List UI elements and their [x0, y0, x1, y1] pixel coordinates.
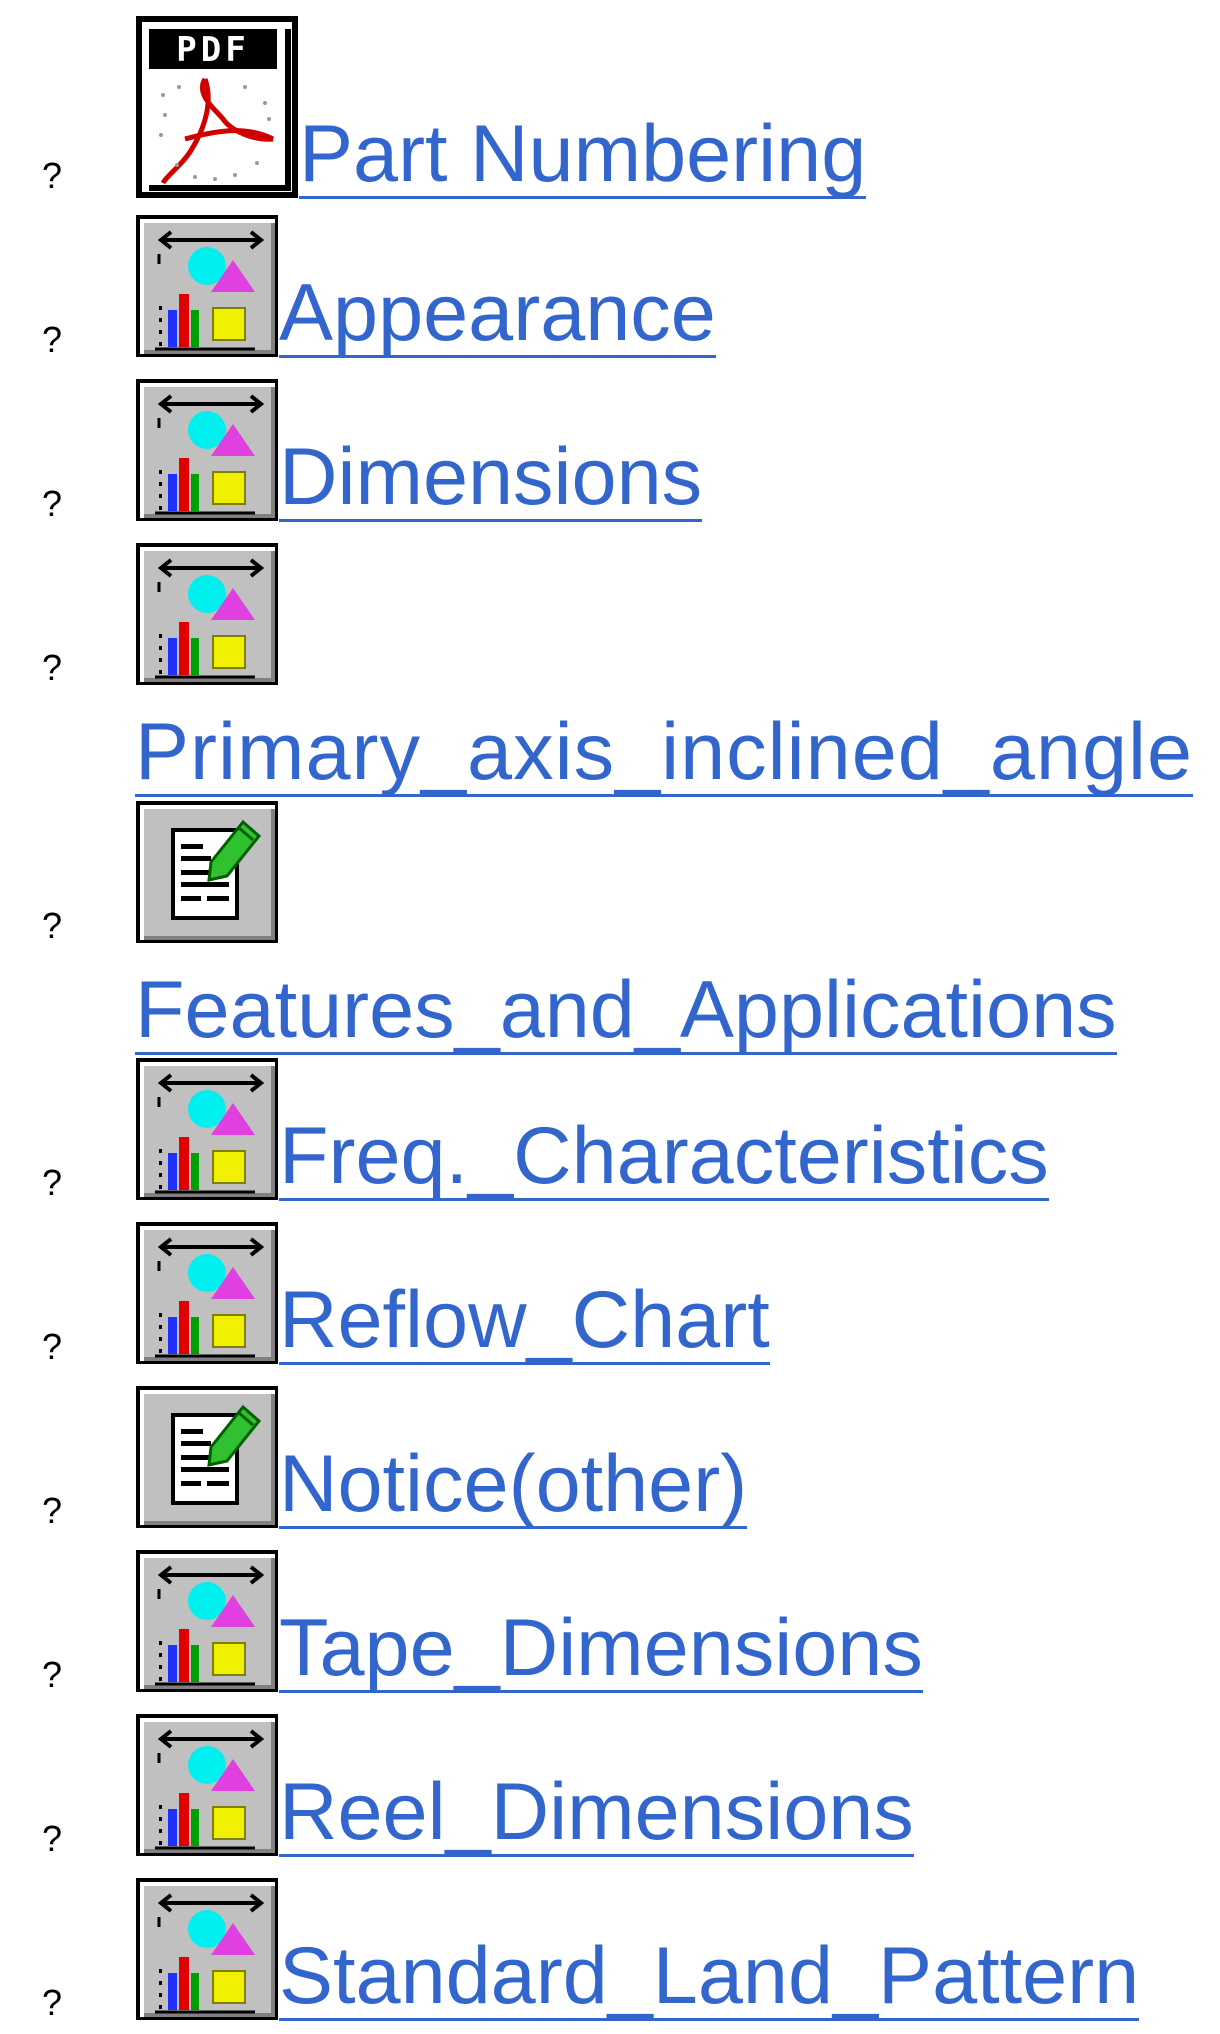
link-label: Appearance: [279, 268, 716, 358]
list-bullet: ?: [42, 1654, 63, 1695]
link-label: Primary_axis_inclined_angle: [135, 707, 1194, 797]
list-bullet: ?: [42, 905, 63, 946]
chart-icon: [135, 1713, 279, 1857]
standard-land-pattern-link[interactable]: Standard_Land_Pattern: [135, 1877, 1140, 2021]
chart-icon: [135, 542, 279, 686]
tape-dimensions-link[interactable]: Tape_Dimensions: [135, 1549, 923, 1693]
appearance-link[interactable]: Appearance: [135, 214, 716, 358]
notice-other-link[interactable]: Notice(other): [135, 1385, 748, 1529]
link-label: Reel_Dimensions: [279, 1767, 914, 1857]
list-bullet: ?: [42, 319, 63, 360]
link-label: Tape_Dimensions: [279, 1603, 923, 1693]
list-bullet: ?: [42, 483, 63, 524]
list-bullet: ?: [42, 155, 63, 196]
chart-icon: [135, 1877, 279, 2021]
link-label: Notice(other): [279, 1439, 748, 1529]
part-numbering-link[interactable]: Part Numbering: [135, 15, 867, 199]
list-bullet: ?: [42, 1818, 63, 1859]
document-edit-icon: [135, 800, 279, 944]
link-label: Standard_Land_Pattern: [279, 1931, 1140, 2021]
freq-characteristics-link[interactable]: Freq._Characteristics: [135, 1057, 1049, 1201]
attachment-list: ? Part Numbering ? Appearance ? Dimensio…: [0, 0, 1220, 2034]
chart-icon: [135, 1549, 279, 1693]
chart-icon: [135, 378, 279, 522]
link-label: Reflow_Chart: [279, 1275, 770, 1365]
link-label: Dimensions: [279, 432, 703, 522]
list-bullet: ?: [42, 647, 63, 688]
chart-icon: [135, 1057, 279, 1201]
list-bullet: ?: [42, 1490, 63, 1531]
list-bullet: ?: [42, 1162, 63, 1203]
chart-icon: [135, 214, 279, 358]
features-and-applications-link[interactable]: Features_and_Applications: [135, 800, 1117, 1055]
chart-icon: [135, 1221, 279, 1365]
link-label: Part Numbering: [299, 109, 867, 199]
primary-axis-inclined-angle-link[interactable]: Primary_axis_inclined_angle: [135, 542, 1194, 797]
pdf-icon: [135, 15, 299, 199]
reel-dimensions-link[interactable]: Reel_Dimensions: [135, 1713, 914, 1857]
link-label: Features_and_Applications: [135, 965, 1117, 1055]
document-edit-icon: [135, 1385, 279, 1529]
list-bullet: ?: [42, 1326, 63, 1367]
reflow-chart-link[interactable]: Reflow_Chart: [135, 1221, 770, 1365]
link-label: Freq._Characteristics: [279, 1111, 1049, 1201]
dimensions-link[interactable]: Dimensions: [135, 378, 703, 522]
list-bullet: ?: [42, 1982, 63, 2023]
